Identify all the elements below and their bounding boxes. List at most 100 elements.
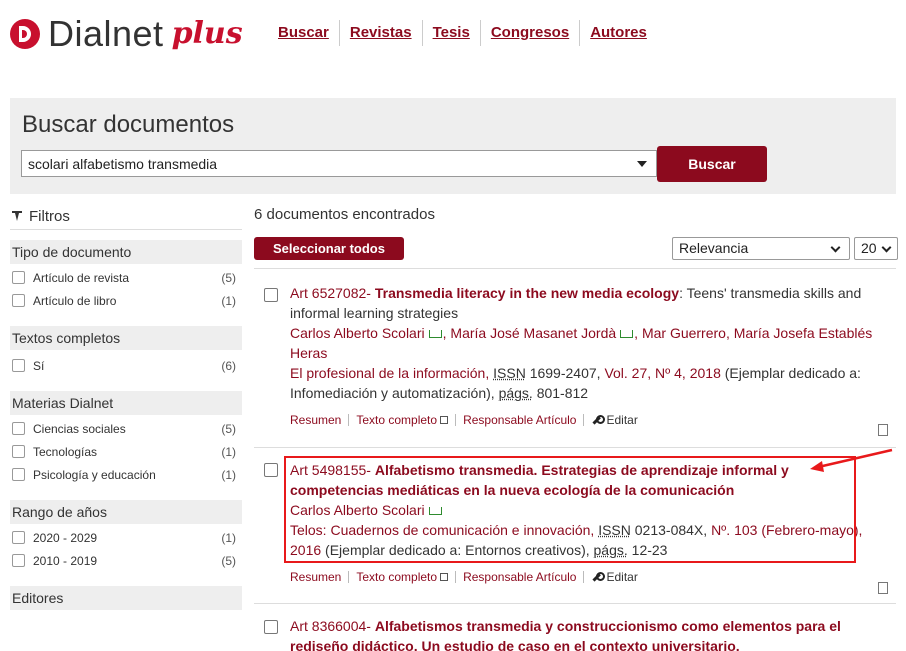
facet-count: (5): [221, 421, 236, 436]
author-link[interactable]: Carlos Alberto Scolari: [290, 325, 425, 341]
summary-link[interactable]: Resumen: [290, 567, 341, 587]
facet-label[interactable]: Sí: [33, 359, 44, 373]
facet-count: (6): [221, 358, 236, 373]
facet-count: (5): [221, 553, 236, 568]
search-combobox[interactable]: [21, 150, 657, 177]
document-icon[interactable]: [878, 582, 888, 594]
facet-label[interactable]: Tecnologías: [33, 445, 97, 459]
facet-checkbox[interactable]: [12, 445, 25, 458]
result-checkbox[interactable]: [264, 620, 278, 634]
annotation-arrow-icon: [810, 448, 893, 472]
fulltext-link[interactable]: Texto completo: [356, 567, 437, 587]
divider: [455, 571, 457, 583]
facet-checkbox[interactable]: [12, 468, 25, 481]
facet-checkbox[interactable]: [12, 294, 25, 307]
chevron-down-icon: [881, 242, 892, 253]
search-panel: Buscar documentos Buscar: [10, 98, 896, 194]
external-link-icon[interactable]: [440, 573, 449, 581]
journal-link[interactable]: El profesional de la información,: [290, 365, 489, 381]
logo-plus: plus: [171, 16, 243, 51]
responsible-link[interactable]: Responsable Artículo: [463, 567, 576, 587]
divider: [583, 571, 585, 583]
facet-count: (5): [221, 270, 236, 285]
filters-label: Filtros: [29, 208, 70, 225]
issn-value: 1699-2407,: [529, 365, 601, 381]
filter-group-title[interactable]: Editores: [10, 586, 242, 610]
result-checkbox[interactable]: [264, 288, 278, 302]
select-all-button[interactable]: Seleccionar todos: [254, 237, 404, 260]
dialnet-logo[interactable]: Dialnet plus: [10, 14, 243, 54]
sort-select[interactable]: Relevancia: [672, 237, 850, 260]
facet-checkbox[interactable]: [12, 554, 25, 567]
facet-count: (1): [221, 467, 236, 482]
search-button[interactable]: Buscar: [657, 146, 767, 182]
edit-link[interactable]: Editar: [606, 567, 637, 587]
facet-item[interactable]: Sí (6): [10, 354, 242, 377]
per-page-select[interactable]: 20: [854, 237, 898, 260]
facet-label[interactable]: 2010 - 2019: [33, 554, 97, 568]
facet-label[interactable]: 2020 - 2029: [33, 531, 97, 545]
nav-revistas[interactable]: Revistas: [340, 20, 423, 46]
result-item: Art 8366004- Alfabetismos transmedia y c…: [254, 603, 896, 651]
network-icon[interactable]: [620, 330, 634, 338]
fulltext-link[interactable]: Texto completo: [356, 410, 437, 430]
result-title: Art 8366004- Alfabetismos transmedia y c…: [290, 616, 878, 651]
filter-group-title[interactable]: Materias Dialnet: [10, 391, 242, 415]
result-title-link[interactable]: Alfabetismos transmedia y construccionis…: [290, 618, 841, 651]
result-title: Art 6527082- Transmedia literacy in the …: [290, 283, 878, 323]
facet-checkbox[interactable]: [12, 531, 25, 544]
filter-group-title[interactable]: Rango de años: [10, 500, 242, 524]
filter-group-document-type: Tipo de documento Artículo de revista (5…: [10, 240, 242, 312]
result-body: Art 8366004- Alfabetismos transmedia y c…: [290, 616, 878, 651]
per-page-value: 20: [861, 240, 877, 256]
summary-link[interactable]: Resumen: [290, 410, 341, 430]
pages-value: 801-812: [536, 385, 589, 401]
result-code: Art 6527082-: [290, 285, 371, 301]
facet-checkbox[interactable]: [12, 359, 25, 372]
result-item: Art 6527082- Transmedia literacy in the …: [254, 268, 896, 446]
nav-tesis[interactable]: Tesis: [423, 20, 481, 46]
top-nav: Buscar Revistas Tesis Congresos Autores: [268, 20, 657, 46]
facet-item[interactable]: Ciencias sociales (5): [10, 417, 242, 440]
responsible-link[interactable]: Responsable Artículo: [463, 410, 576, 430]
facet-label[interactable]: Ciencias sociales: [33, 422, 126, 436]
network-icon[interactable]: [428, 330, 442, 338]
filter-group-subjects: Materias Dialnet Ciencias sociales (5) T…: [10, 391, 242, 486]
facet-item[interactable]: Tecnologías (1): [10, 440, 242, 463]
external-link-icon[interactable]: [440, 416, 449, 424]
result-title-link[interactable]: Transmedia literacy in the new media eco…: [375, 285, 679, 301]
issue-link[interactable]: Vol. 27, Nº 4, 2018: [604, 365, 720, 381]
nav-congresos[interactable]: Congresos: [481, 20, 581, 46]
highlight-box: [284, 456, 856, 563]
nav-buscar[interactable]: Buscar: [268, 20, 340, 46]
facet-checkbox[interactable]: [12, 271, 25, 284]
author-link[interactable]: María José Masanet Jordà: [450, 325, 616, 341]
facet-label[interactable]: Artículo de revista: [33, 271, 129, 285]
facet-item[interactable]: 2010 - 2019 (5): [10, 549, 242, 572]
result-count: 6 documentos encontrados: [254, 206, 435, 223]
facet-item[interactable]: Artículo de libro (1): [10, 289, 242, 312]
sort-value: Relevancia: [679, 240, 749, 256]
filters-sidebar: Filtros Tipo de documento Artículo de re…: [10, 204, 242, 610]
facet-item[interactable]: Psicología y educación (1): [10, 463, 242, 486]
document-icon[interactable]: [878, 424, 888, 436]
filters-header[interactable]: Filtros: [10, 204, 242, 230]
result-code: Art 8366004-: [290, 618, 371, 634]
facet-label[interactable]: Psicología y educación: [33, 468, 156, 482]
filter-group-publishers: Editores: [10, 586, 242, 610]
filter-group-years: Rango de años 2020 - 2029 (1) 2010 - 201…: [10, 500, 242, 572]
facet-checkbox[interactable]: [12, 422, 25, 435]
site-header: Dialnet plus Buscar Revistas Tesis Congr…: [0, 0, 906, 90]
facet-label[interactable]: Artículo de libro: [33, 294, 116, 308]
dropdown-caret-icon[interactable]: [637, 161, 647, 167]
filter-group-title[interactable]: Textos completos: [10, 326, 242, 350]
result-checkbox[interactable]: [264, 463, 278, 477]
facet-item[interactable]: Artículo de revista (5): [10, 266, 242, 289]
nav-autores[interactable]: Autores: [580, 20, 657, 46]
result-actions: Resumen Texto completo Responsable Artíc…: [290, 410, 878, 430]
facet-item[interactable]: 2020 - 2029 (1): [10, 526, 242, 549]
filter-group-title[interactable]: Tipo de documento: [10, 240, 242, 264]
search-input[interactable]: [22, 151, 622, 176]
edit-link[interactable]: Editar: [606, 410, 637, 430]
divider: [455, 414, 457, 426]
